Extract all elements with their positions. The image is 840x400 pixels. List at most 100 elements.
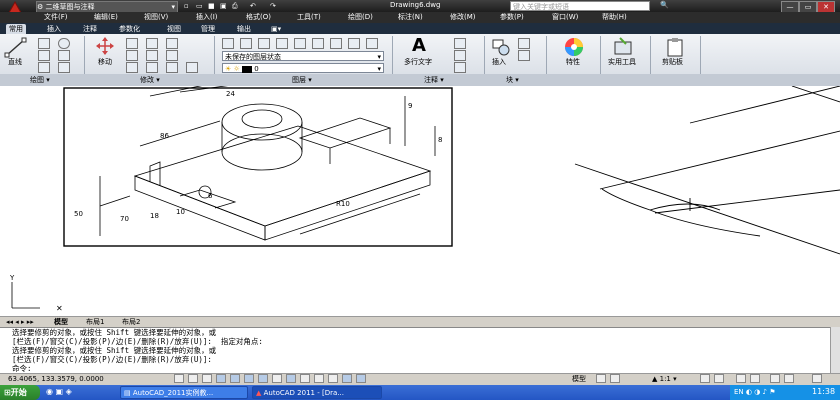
panel-label-draw[interactable]: 绘图 ▾ bbox=[30, 74, 50, 86]
menu-tools[interactable]: 工具(T) bbox=[297, 12, 321, 23]
menu-window[interactable]: 窗口(W) bbox=[552, 12, 578, 23]
dimension-icon[interactable] bbox=[454, 38, 466, 49]
quick-launch-icons[interactable]: ◉ ▣ ◈ bbox=[46, 387, 72, 396]
quick-properties-toggle[interactable] bbox=[328, 374, 338, 383]
utilities-button[interactable] bbox=[612, 36, 634, 60]
layer-icon[interactable] bbox=[348, 38, 360, 49]
hatch-icon[interactable] bbox=[58, 62, 70, 73]
table-icon[interactable] bbox=[454, 62, 466, 73]
edit-block-icon[interactable] bbox=[518, 50, 530, 61]
layout-nav-arrows[interactable]: ◂◂ ◂ ▸ ▸▸ bbox=[6, 317, 34, 327]
model-space-button[interactable]: 模型 bbox=[572, 374, 586, 385]
trim-icon[interactable] bbox=[146, 38, 158, 49]
infer-constraints-toggle[interactable] bbox=[174, 374, 184, 383]
taskbar-item-document[interactable]: ▤ AutoCAD_2011实例教... bbox=[120, 386, 248, 399]
annotation-monitor-toggle[interactable] bbox=[356, 374, 366, 383]
quick-view-layouts-icon[interactable] bbox=[596, 374, 606, 383]
offset-icon[interactable] bbox=[186, 62, 198, 73]
saveas-icon[interactable]: ▣ bbox=[220, 1, 227, 12]
panel-label-modify[interactable]: 修改 ▾ bbox=[140, 74, 160, 86]
line-button[interactable] bbox=[4, 36, 28, 60]
move-button[interactable] bbox=[94, 36, 116, 58]
auto-scale-icon[interactable] bbox=[714, 374, 724, 383]
rotate-icon[interactable] bbox=[126, 38, 138, 49]
properties-button[interactable] bbox=[562, 36, 586, 60]
dyn-toggle[interactable] bbox=[286, 374, 296, 383]
mirror-icon[interactable] bbox=[146, 50, 158, 61]
tab-output[interactable]: 输出 bbox=[234, 24, 254, 34]
clock[interactable]: 11:38 bbox=[812, 387, 835, 396]
scale-icon[interactable] bbox=[146, 62, 158, 73]
menu-edit[interactable]: 编辑(E) bbox=[94, 12, 118, 23]
rectangle-icon[interactable] bbox=[58, 50, 70, 61]
menu-modify[interactable]: 修改(M) bbox=[450, 12, 476, 23]
grid-toggle[interactable] bbox=[202, 374, 212, 383]
fillet-icon[interactable] bbox=[166, 50, 178, 61]
stretch-icon[interactable] bbox=[126, 62, 138, 73]
tab-home[interactable]: 常用 bbox=[6, 24, 26, 34]
layer-icon[interactable] bbox=[330, 38, 342, 49]
insert-block-button[interactable] bbox=[490, 37, 512, 59]
layer-state-combo[interactable]: 未保存的图层状态 ▾ bbox=[222, 51, 384, 61]
copy-icon[interactable] bbox=[126, 50, 138, 61]
menu-dimension[interactable]: 标注(N) bbox=[398, 12, 423, 23]
quick-view-drawings-icon[interactable] bbox=[610, 374, 620, 383]
arc-icon[interactable] bbox=[38, 50, 50, 61]
layer-icon[interactable] bbox=[240, 38, 252, 49]
tray-icons[interactable]: EN ◐ ◑ ♪ ⚑ bbox=[734, 388, 776, 396]
erase-icon[interactable] bbox=[166, 38, 178, 49]
circle-icon[interactable] bbox=[58, 38, 70, 49]
snap-toggle[interactable] bbox=[188, 374, 198, 383]
create-block-icon[interactable] bbox=[518, 38, 530, 49]
tab-parametric[interactable]: 参数化 bbox=[116, 24, 143, 34]
menu-insert[interactable]: 插入(I) bbox=[196, 12, 218, 23]
undo-icon[interactable]: ↶ bbox=[250, 1, 256, 12]
leader-icon[interactable] bbox=[454, 50, 466, 61]
polar-toggle[interactable] bbox=[230, 374, 240, 383]
selection-cycling-toggle[interactable] bbox=[342, 374, 352, 383]
tab-annotate[interactable]: 注释 bbox=[80, 24, 100, 34]
start-button[interactable]: ⊞开始 bbox=[0, 385, 40, 400]
array-icon[interactable] bbox=[166, 62, 178, 73]
annotation-scale[interactable]: ▲ 1:1 ▾ bbox=[652, 374, 677, 385]
new-icon[interactable]: ▫ bbox=[184, 1, 189, 12]
tab-insert[interactable]: 插入 bbox=[44, 24, 64, 34]
layer-icon[interactable] bbox=[258, 38, 270, 49]
lock-icon[interactable] bbox=[750, 374, 760, 383]
search-icon[interactable]: 🔍 bbox=[660, 0, 669, 11]
tab-view[interactable]: 视图 bbox=[164, 24, 184, 34]
search-input[interactable]: 键入关键字或短语 bbox=[510, 1, 650, 11]
polyline-icon[interactable] bbox=[38, 38, 50, 49]
redo-icon[interactable]: ↷ bbox=[270, 1, 276, 12]
clean-screen-icon[interactable] bbox=[812, 374, 822, 383]
layer-icon[interactable] bbox=[366, 38, 378, 49]
otrack-toggle[interactable] bbox=[258, 374, 268, 383]
tab-layout2[interactable]: 布局2 bbox=[122, 317, 140, 327]
ducs-toggle[interactable] bbox=[272, 374, 282, 383]
ribbon-toggle-icon[interactable]: ▣▾ bbox=[268, 24, 284, 34]
lineweight-toggle[interactable] bbox=[300, 374, 310, 383]
layer-properties-icon[interactable] bbox=[222, 38, 234, 49]
clipboard-button[interactable] bbox=[664, 36, 686, 60]
layer-icon[interactable] bbox=[276, 38, 288, 49]
osnap-toggle[interactable] bbox=[244, 374, 254, 383]
panel-label-layers[interactable]: 图层 ▾ bbox=[292, 74, 312, 86]
isolate-objects-icon[interactable] bbox=[784, 374, 794, 383]
menu-file[interactable]: 文件(F) bbox=[44, 12, 68, 23]
layer-icon[interactable] bbox=[312, 38, 324, 49]
layer-combo[interactable]: ☀ ☼ 0 ▾ bbox=[222, 63, 384, 73]
workspace-switch-icon[interactable] bbox=[736, 374, 746, 383]
save-icon[interactable]: ■ bbox=[208, 1, 215, 12]
menu-help[interactable]: 帮助(H) bbox=[602, 12, 627, 23]
annotation-visibility-icon[interactable] bbox=[700, 374, 710, 383]
menu-view[interactable]: 视图(V) bbox=[144, 12, 168, 23]
mtext-icon[interactable]: A bbox=[412, 36, 426, 56]
panel-label-block[interactable]: 块 ▾ bbox=[506, 74, 519, 86]
command-scrollbar[interactable] bbox=[830, 327, 840, 373]
tab-manage[interactable]: 管理 bbox=[198, 24, 218, 34]
hardware-acceleration-icon[interactable] bbox=[770, 374, 780, 383]
coordinate-readout[interactable]: 63.4065, 133.3579, 0.0000 bbox=[8, 374, 104, 385]
open-icon[interactable]: ▭ bbox=[196, 1, 203, 12]
command-prompt[interactable]: 命令: bbox=[12, 364, 32, 373]
transparency-toggle[interactable] bbox=[314, 374, 324, 383]
